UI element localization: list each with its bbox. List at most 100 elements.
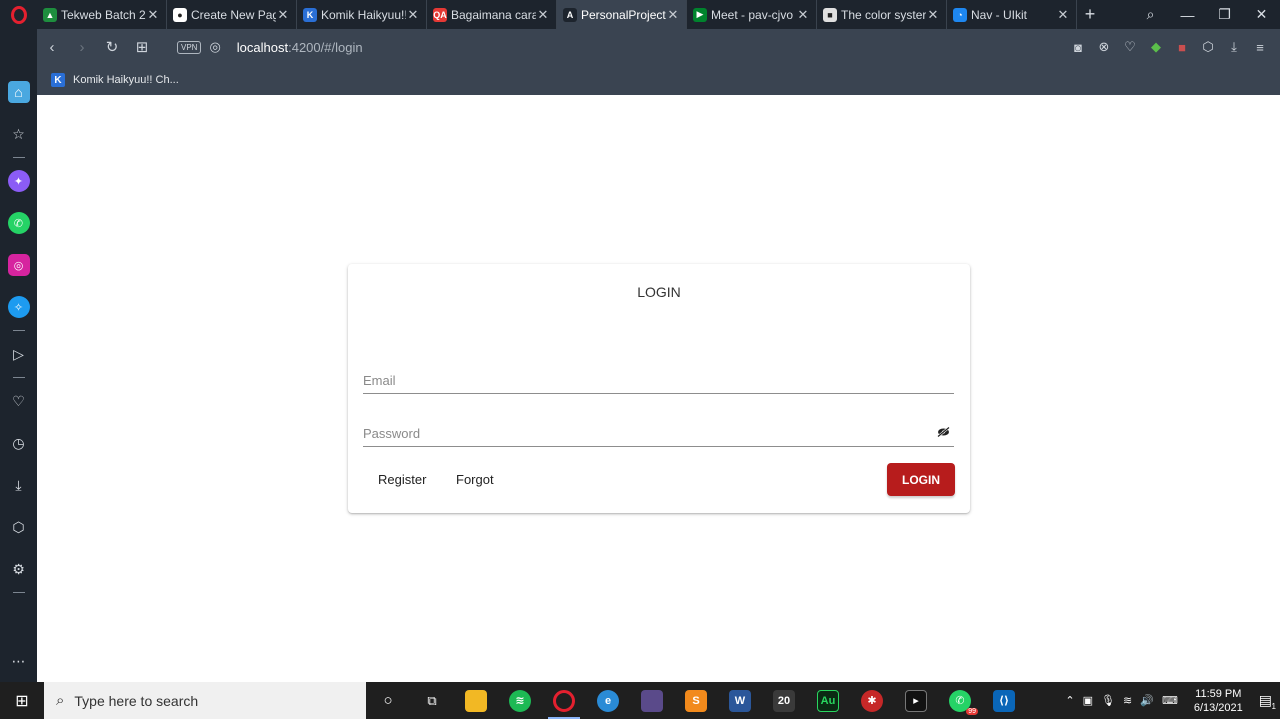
minimize-button[interactable]: —: [1169, 7, 1206, 23]
email-placeholder: Email: [363, 373, 396, 388]
chevron-up-icon[interactable]: ⌃: [1065, 694, 1074, 707]
cube-icon[interactable]: ⬡: [8, 516, 30, 538]
register-button[interactable]: Register: [378, 472, 426, 487]
game-app-icon[interactable]: [630, 682, 674, 719]
whatsapp-icon[interactable]: ✆: [7, 212, 30, 234]
messenger-icon[interactable]: ✦: [7, 170, 30, 192]
close-tab-icon[interactable]: ✕: [1056, 7, 1070, 23]
tab-title: PersonalProject: [581, 7, 666, 22]
bookmark-item[interactable]: K Komik Haikyuu!! Ch...: [51, 73, 179, 87]
terminal-icon[interactable]: ▸: [894, 682, 938, 719]
spotify-icon[interactable]: ≋: [498, 682, 542, 719]
cortana-icon[interactable]: ○: [366, 682, 410, 719]
settings-gear-icon[interactable]: ⚙: [8, 558, 30, 580]
opera-menu-button[interactable]: [0, 0, 37, 29]
downloads-icon[interactable]: ⤓: [8, 474, 30, 496]
bookmark-label: Komik Haikyuu!! Ch...: [73, 74, 179, 86]
password-field[interactable]: Password: [363, 425, 954, 447]
heart-icon[interactable]: ♡: [8, 390, 30, 412]
history-icon[interactable]: ◷: [8, 432, 30, 454]
opera-sidebar: ⌂ ☆ ✦ ✆ ◎ ✧ ▷ ♡ ◷ ⤓ ⬡ ⚙ ⋯: [0, 29, 37, 682]
heart-icon[interactable]: ♡: [1122, 39, 1138, 55]
new-tab-button[interactable]: +: [1077, 0, 1103, 29]
home-icon[interactable]: ⌂: [7, 81, 30, 103]
url-field[interactable]: localhost:4200/#/login: [237, 40, 363, 55]
camera-icon[interactable]: ◙: [1070, 40, 1086, 55]
extension-color-icon[interactable]: ◆: [1148, 39, 1164, 55]
close-tab-icon[interactable]: ✕: [406, 7, 420, 23]
easy-setup-icon[interactable]: ≡: [1252, 40, 1268, 55]
player-icon[interactable]: ▷: [8, 343, 30, 365]
vpn-badge[interactable]: VPN: [177, 40, 202, 54]
instagram-icon[interactable]: ◎: [7, 254, 30, 276]
sublime-text-icon[interactable]: S: [674, 682, 718, 719]
browser-tab-strip: ▲ Tekweb Batch 2 ✕ ● Create New Pag ✕ K Komik H…: [0, 0, 1280, 29]
clock-date: 6/13/2021: [1193, 701, 1243, 714]
close-tab-icon[interactable]: ✕: [536, 7, 550, 23]
browser-tab[interactable]: A PersonalProject ✕: [557, 0, 687, 29]
more-ellipsis-icon[interactable]: ⋯: [8, 650, 30, 672]
globe-icon: ◎: [209, 39, 221, 54]
tab-title: Bagaimana cara: [451, 7, 536, 22]
clock-time: 11:59 PM: [1195, 687, 1242, 700]
calendar-app-icon[interactable]: 20: [762, 682, 806, 719]
sidebar-divider: [12, 592, 25, 593]
forgot-button[interactable]: Forgot: [456, 472, 494, 487]
notification-icon[interactable]: ▤ 1: [1259, 692, 1276, 711]
download-icon[interactable]: ⤓: [1226, 39, 1242, 55]
close-tab-icon[interactable]: ✕: [926, 7, 940, 23]
tab-title: Nav - UIkit: [971, 7, 1028, 22]
extension-cube-icon[interactable]: ■: [1174, 40, 1190, 55]
keyboard-icon[interactable]: ⌨: [1162, 694, 1178, 707]
close-window-button[interactable]: ✕: [1243, 6, 1280, 23]
close-tab-icon[interactable]: ✕: [276, 7, 290, 23]
login-button[interactable]: LOGIN: [887, 463, 955, 496]
cube-icon[interactable]: ⬡: [1200, 39, 1216, 55]
search-tabs-icon[interactable]: ⌕: [1132, 6, 1169, 23]
task-view-icon[interactable]: ⧉: [410, 682, 454, 719]
microphone-icon[interactable]: 🎙: [1101, 694, 1115, 707]
password-placeholder: Password: [363, 426, 421, 441]
url-host: localhost: [236, 39, 289, 55]
edge-icon[interactable]: e: [586, 682, 630, 719]
restore-button[interactable]: ❐: [1206, 6, 1243, 23]
speed-dial-grid-icon[interactable]: ⊞: [127, 38, 157, 56]
adblock-icon[interactable]: ⊗: [1096, 39, 1112, 55]
tab-title: Komik Haikyuu!!: [321, 7, 406, 22]
word-icon[interactable]: W: [718, 682, 762, 719]
twitter-icon[interactable]: ✧: [7, 296, 30, 318]
windows-start-icon[interactable]: ⊞: [0, 682, 44, 719]
back-button[interactable]: ‹: [37, 39, 67, 56]
browser-tab[interactable]: ● Create New Pag ✕: [167, 0, 297, 29]
visibility-off-icon[interactable]: [937, 426, 950, 440]
taskbar-search-box[interactable]: ⌕ Type here to search: [44, 682, 366, 719]
opera-taskbar-icon[interactable]: [542, 682, 586, 719]
opera-logo-icon: [10, 5, 27, 24]
file-explorer-icon[interactable]: [454, 682, 498, 719]
tab-favicon-icon: ■: [823, 7, 837, 22]
sidebar-divider: [12, 330, 25, 331]
browser-tab[interactable]: ◔ Nav - UIkit ✕: [947, 0, 1077, 29]
red-app-icon[interactable]: ✱: [850, 682, 894, 719]
browser-tab[interactable]: QA Bagaimana cara ✕: [427, 0, 557, 29]
browser-tab[interactable]: ▶ Meet - pav-cjvo ✕: [687, 0, 817, 29]
close-tab-icon[interactable]: ✕: [146, 7, 160, 23]
browser-tab[interactable]: ■ The color syster ✕: [817, 0, 947, 29]
meet-now-icon[interactable]: ▣: [1083, 694, 1093, 707]
star-icon[interactable]: ☆: [8, 123, 30, 145]
vscode-icon[interactable]: ⟨⟩: [982, 682, 1026, 719]
tab-favicon-icon: ▶: [693, 7, 707, 22]
wifi-icon[interactable]: ≋: [1123, 694, 1132, 707]
address-bar: ‹ › ↻ ⊞ VPN ◎ localhost:4200/#/login ◙ ⊗…: [37, 29, 1280, 65]
volume-icon[interactable]: 🔊: [1140, 694, 1154, 707]
clock[interactable]: 11:59 PM 6/13/2021: [1194, 687, 1243, 715]
audition-icon[interactable]: Au: [806, 682, 850, 719]
reload-button[interactable]: ↻: [97, 38, 127, 56]
close-tab-icon[interactable]: ✕: [666, 7, 680, 23]
close-tab-icon[interactable]: ✕: [796, 7, 810, 23]
browser-tab[interactable]: ▲ Tekweb Batch 2 ✕: [37, 0, 167, 29]
whatsapp-taskbar-icon[interactable]: ✆ 99: [938, 682, 982, 719]
browser-tab[interactable]: K Komik Haikyuu!! ✕: [297, 0, 427, 29]
email-field[interactable]: Email: [363, 372, 954, 394]
forward-button[interactable]: ›: [67, 39, 97, 56]
